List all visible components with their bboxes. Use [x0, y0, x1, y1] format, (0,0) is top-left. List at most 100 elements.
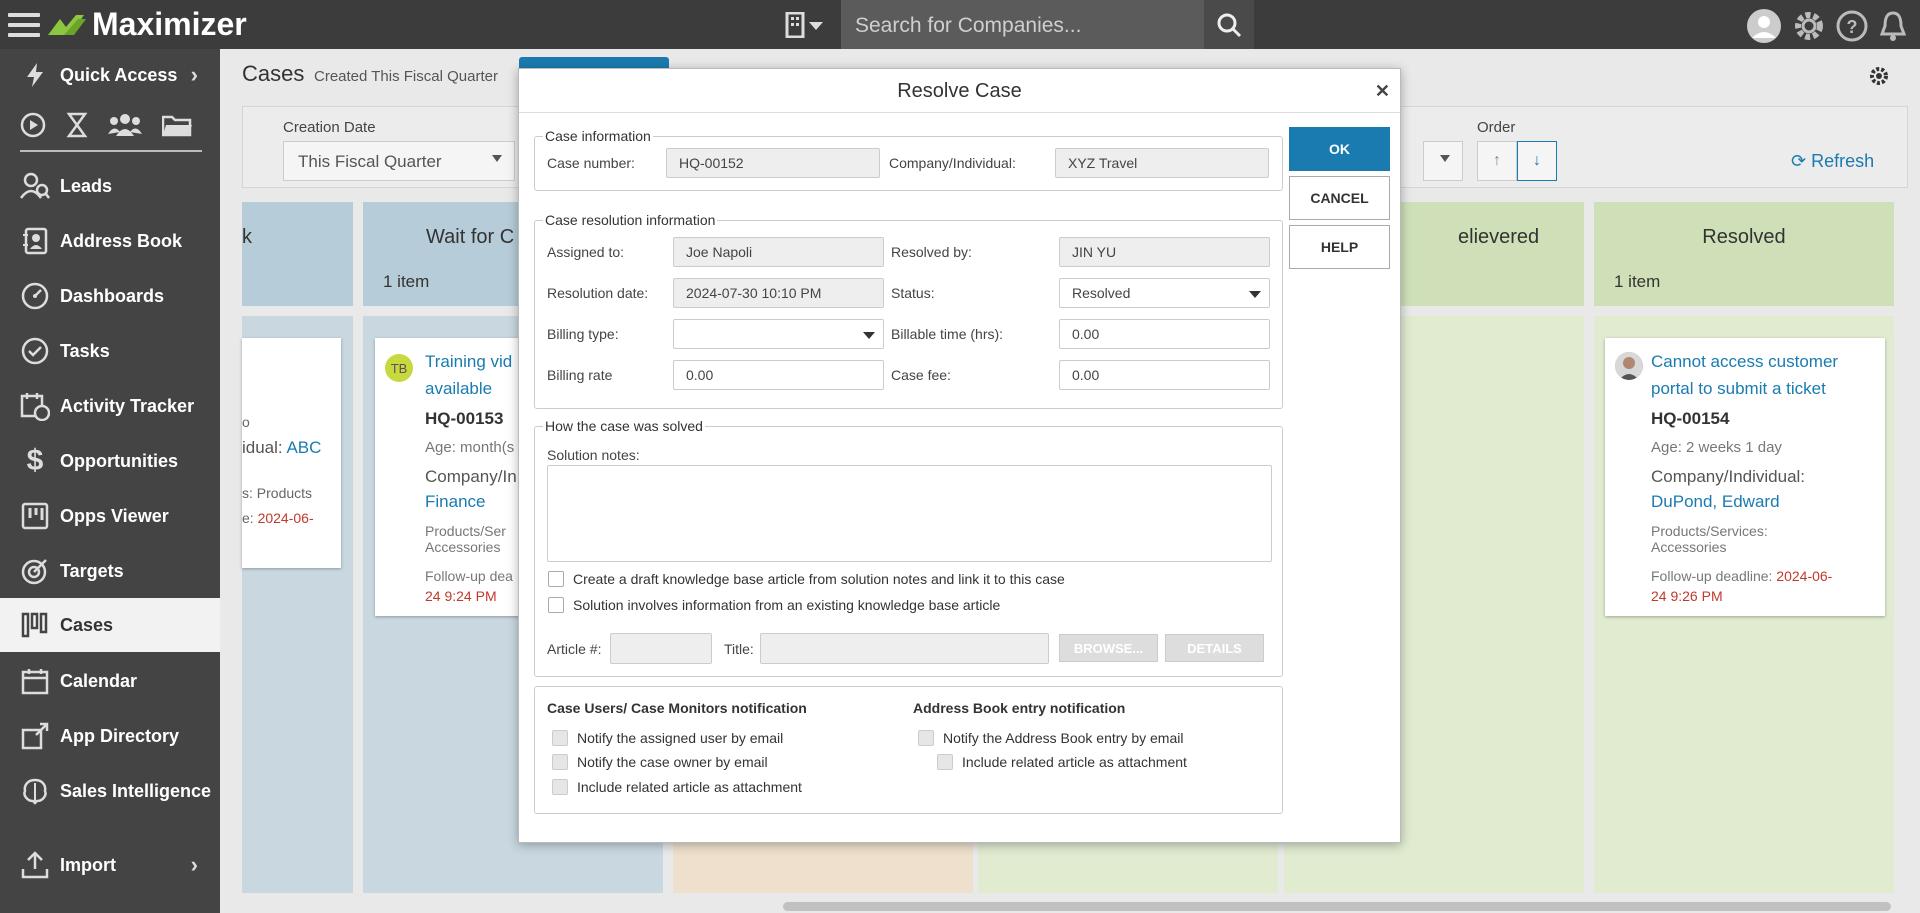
gear-icon[interactable]: [1868, 65, 1890, 92]
card-age: Age: month(s: [425, 439, 515, 456]
card-number: HQ-00153: [425, 409, 504, 428]
sidebar-item-label: Calendar: [60, 670, 138, 691]
status-select[interactable]: Resolved: [1059, 278, 1270, 308]
solution-notes-textarea[interactable]: [547, 465, 1272, 562]
resolution-date-label: Resolution date:: [547, 285, 649, 301]
order-descending-button[interactable]: ↓: [1517, 141, 1557, 181]
sidebar: Quick Access › Leads Address Book Dashbo…: [0, 49, 220, 913]
horizontal-scrollbar[interactable]: [783, 902, 1891, 911]
billing-rate-input[interactable]: 0.00: [673, 360, 884, 390]
billing-rate-label: Billing rate: [547, 367, 613, 383]
company-field: XYZ Travel: [1055, 148, 1269, 178]
hamburger-menu-icon[interactable]: [8, 10, 40, 40]
include-article-checkbox[interactable]: [552, 779, 568, 795]
notify-assigned-label: Notify the assigned user by email: [577, 730, 784, 746]
creation-date-select[interactable]: This Fiscal Quarter: [283, 141, 515, 181]
sidebar-item-app-directory[interactable]: App Directory: [0, 710, 220, 762]
card-company-link[interactable]: ABC: [286, 438, 321, 457]
sidebar-item-label: Sales Intelligence: [60, 780, 212, 801]
dashboard-icon: [20, 281, 50, 311]
sidebar-item-tasks[interactable]: Tasks: [0, 325, 220, 377]
case-fee-input[interactable]: 0.00: [1059, 360, 1270, 390]
card-followup-date: 24 9:24 PM: [425, 588, 497, 604]
create-draft-label: Create a draft knowledge base article fr…: [573, 571, 1065, 587]
refresh-button[interactable]: ⟳ Refresh: [1791, 151, 1874, 172]
quick-access-icons: [20, 109, 200, 141]
create-draft-checkbox[interactable]: [548, 571, 564, 587]
sort-select[interactable]: [1423, 141, 1463, 181]
resolution-date-field[interactable]: 2024-07-30 10:10 PM: [673, 278, 884, 308]
maximizer-logo[interactable]: Maximizer: [46, 6, 247, 42]
card-followup-label: e:: [242, 510, 254, 526]
creation-date-value: This Fiscal Quarter: [298, 152, 442, 171]
sidebar-item-label: Dashboards: [60, 285, 165, 306]
cases-icon: [20, 610, 50, 640]
card-partial-text: o: [242, 414, 250, 430]
sidebar-item-leads[interactable]: Leads: [0, 160, 220, 212]
building-dropdown-icon[interactable]: [785, 11, 829, 39]
notify-address-book-checkbox[interactable]: [918, 730, 934, 746]
gear-icon[interactable]: [1792, 9, 1826, 43]
case-resolution-section: Case resolution information Assigned to:…: [534, 212, 1283, 409]
billing-type-select[interactable]: [673, 319, 884, 349]
calendar-clock-icon: [20, 391, 50, 421]
billable-time-label: Billable time (hrs):: [891, 326, 1004, 342]
sidebar-item-cases[interactable]: Cases: [0, 598, 220, 652]
column-count: 1 item: [383, 272, 430, 291]
notify-assigned-checkbox[interactable]: [552, 730, 568, 746]
notify-owner-checkbox[interactable]: [552, 754, 568, 770]
search-icon[interactable]: [1204, 0, 1254, 49]
column-title: Resolved: [1702, 226, 1786, 248]
details-button[interactable]: DETAILS: [1165, 634, 1264, 662]
order-ascending-button[interactable]: ↑: [1477, 141, 1517, 181]
sidebar-item-opps-viewer[interactable]: Opps Viewer: [0, 490, 220, 542]
card-company-link[interactable]: Finance: [425, 492, 485, 512]
chevron-right-icon: ›: [190, 62, 198, 87]
sidebar-item-import[interactable]: Import ›: [0, 839, 220, 891]
help-button[interactable]: HELP: [1289, 225, 1390, 269]
avatar: TB: [385, 354, 413, 382]
browse-button[interactable]: BROWSE...: [1059, 634, 1158, 662]
ab-include-article-checkbox[interactable]: [937, 754, 953, 770]
address-book-icon: [20, 226, 50, 256]
refresh-label: Refresh: [1811, 151, 1875, 171]
play-icon[interactable]: [20, 112, 46, 138]
bell-icon[interactable]: [1878, 10, 1908, 42]
close-icon[interactable]: ✕: [1375, 81, 1390, 102]
sidebar-item-quick-access[interactable]: Quick Access ›: [0, 49, 220, 101]
notify-address-book-label: Notify the Address Book entry by email: [943, 730, 1184, 746]
folder-icon[interactable]: [162, 113, 192, 137]
column-header: k: [242, 202, 353, 306]
team-icon[interactable]: [108, 112, 142, 138]
card-products-label: Products/Ser: [425, 523, 506, 539]
card-products: s: Products: [242, 485, 313, 501]
card-title-line: available: [425, 379, 493, 398]
sidebar-item-address-book[interactable]: Address Book: [0, 215, 220, 267]
card-company-link[interactable]: DuPond, Edward: [1651, 492, 1780, 512]
billable-time-input[interactable]: 0.00: [1059, 319, 1270, 349]
cancel-button[interactable]: CANCEL: [1289, 176, 1390, 220]
sidebar-item-dashboards[interactable]: Dashboards: [0, 270, 220, 322]
ok-button[interactable]: OK: [1289, 127, 1390, 171]
sidebar-item-label: Targets: [60, 560, 124, 581]
caret-down-icon: [863, 332, 875, 339]
sidebar-item-activity-tracker[interactable]: Activity Tracker: [0, 380, 220, 432]
case-card[interactable]: Cannot access customer portal to submit a…: [1605, 338, 1885, 616]
sidebar-item-targets[interactable]: Targets: [0, 545, 220, 597]
card-title[interactable]: Cannot access customer portal to submit a…: [1651, 348, 1838, 402]
sidebar-item-label: Opps Viewer: [60, 505, 169, 526]
hourglass-icon[interactable]: [66, 112, 88, 138]
card-products: Products/Ser Accessories: [425, 523, 506, 555]
sidebar-item-opportunities[interactable]: $ Opportunities: [0, 435, 220, 487]
card-age: Age: 2 weeks 1 day: [1651, 439, 1782, 456]
search-input[interactable]: Search for Companies...: [841, 0, 1204, 49]
card-title[interactable]: Training vid available: [425, 348, 512, 402]
case-card[interactable]: o idual: ABC s: Products e: 2024-06-: [242, 338, 341, 568]
existing-article-checkbox[interactable]: [548, 597, 564, 613]
card-followup-date: 2024-06-: [257, 510, 314, 526]
sidebar-item-sales-intelligence[interactable]: Sales Intelligence: [0, 765, 220, 817]
help-icon[interactable]: ?: [1836, 10, 1868, 42]
avatar[interactable]: [1746, 8, 1782, 44]
creation-date-label: Creation Date: [283, 119, 376, 136]
sidebar-item-calendar[interactable]: Calendar: [0, 655, 220, 707]
